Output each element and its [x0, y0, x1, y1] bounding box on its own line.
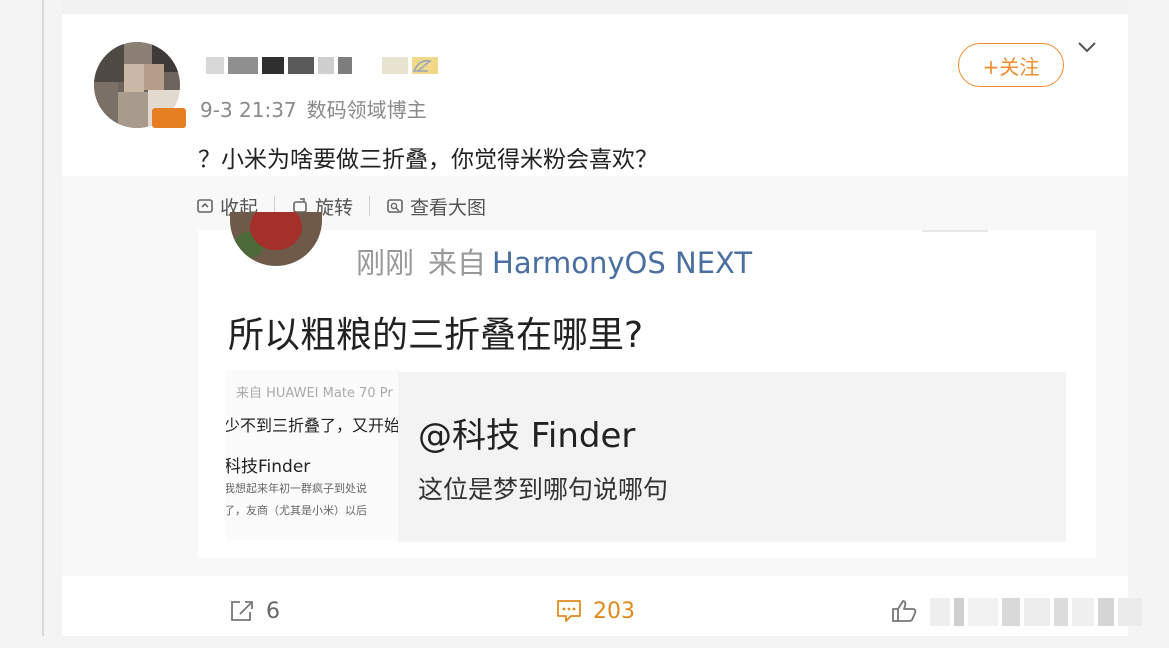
toolbar-divider — [369, 196, 371, 216]
left-divider — [42, 0, 44, 636]
chevron-down-icon[interactable] — [1076, 38, 1098, 56]
reply-text: 这位是梦到哪句说哪句 — [418, 475, 669, 504]
repost-button[interactable]: 6 — [228, 596, 280, 626]
screenshot-title: 所以粗粮的三折叠在哪里? — [228, 315, 644, 356]
collapse-icon — [197, 199, 213, 213]
comment-icon — [557, 600, 581, 622]
quoted-line: 少不到三折叠了，又开始 — [226, 416, 399, 435]
previous-card-edge — [62, 0, 1128, 14]
follow-button[interactable]: +关注 — [958, 43, 1064, 87]
screenshot-source-prefix: 来自 — [428, 246, 487, 280]
post-text: ？小米为啥要做三折叠，你觉得米粉会喜欢？ — [198, 147, 658, 173]
view-large-label: 查看大图 — [410, 196, 487, 219]
repost-count: 6 — [266, 598, 280, 624]
like-count-redacted — [930, 598, 1142, 626]
timestamp: 9-3 21:37 — [200, 98, 297, 122]
username-redacted[interactable] — [206, 57, 438, 74]
quoted-snippet: 我想起来年初一群疯子到处说 — [226, 482, 367, 495]
comment-count: 203 — [593, 598, 635, 624]
reply-box — [398, 372, 1066, 542]
avatar-badge — [152, 108, 186, 128]
screenshot-time: 刚刚 — [356, 246, 415, 280]
quoted-author: 科技Finder — [226, 457, 311, 477]
repost-icon — [231, 601, 253, 621]
screenshot-meta: 刚刚 来自 HarmonyOS NEXT — [356, 240, 752, 282]
user-level-icon — [412, 59, 432, 72]
comment-button[interactable]: 203 — [555, 596, 635, 626]
like-button[interactable] — [890, 596, 918, 626]
view-large-icon — [387, 199, 403, 213]
user-tag: 数码领域博主 — [306, 98, 427, 122]
quoted-source: 来自 HUAWEI Mate 70 Pr — [236, 386, 393, 401]
view-large-button[interactable]: 查看大图 — [386, 193, 486, 220]
quoted-snippet: 了，友商（尤其是小米）以后 — [226, 504, 367, 517]
reply-mention: @科技 Finder — [418, 416, 636, 456]
screenshot-source-device: HarmonyOS NEXT — [492, 246, 753, 280]
quoted-post-thumbnail: 来自 HUAWEI Mate 70 Pr 少不到三折叠了，又开始 科技Finde… — [226, 370, 399, 540]
like-icon — [892, 600, 917, 622]
post-meta: 9-3 21:37 数码领域博主 — [200, 94, 427, 123]
screenshot-edge — [922, 230, 988, 232]
